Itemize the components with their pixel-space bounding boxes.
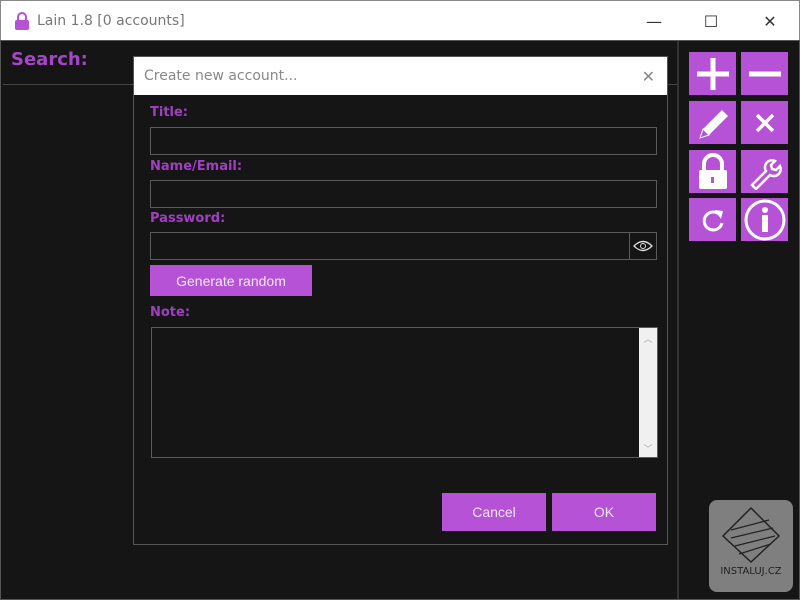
settings-button[interactable] <box>741 150 788 193</box>
wrench-icon <box>749 158 782 190</box>
x-icon <box>755 113 774 132</box>
ok-button[interactable]: OK <box>552 493 656 531</box>
lock-icon <box>15 11 29 30</box>
note-textarea[interactable]: ︿ ﹀ <box>151 327 658 458</box>
search-label: Search: <box>11 49 88 70</box>
window-title: Lain 1.8 [0 accounts] <box>37 12 185 29</box>
note-label: Note: <box>150 305 191 320</box>
watermark-text: INSTALUJ.CZ <box>720 566 782 577</box>
show-password-button[interactable] <box>629 232 657 260</box>
create-account-dialog: Create new account... ✕ Title: Name/Emai… <box>133 56 668 545</box>
eye-icon <box>633 240 653 252</box>
delete-button[interactable] <box>741 101 788 144</box>
edit-button[interactable] <box>689 101 736 144</box>
maximize-button[interactable]: ☐ <box>688 1 734 41</box>
note-scrollbar[interactable]: ︿ ﹀ <box>639 328 657 457</box>
lock-button[interactable] <box>689 150 736 193</box>
add-button[interactable] <box>689 52 736 95</box>
plus-icon <box>696 57 729 90</box>
dialog-header: Create new account... ✕ <box>134 57 667 95</box>
divider <box>677 41 679 599</box>
remove-button[interactable] <box>741 52 788 95</box>
close-button[interactable]: ✕ <box>747 1 793 41</box>
title-input[interactable] <box>150 127 657 155</box>
dialog-title: Create new account... <box>144 68 298 84</box>
cancel-button[interactable]: Cancel <box>442 493 546 531</box>
title-bar: Lain 1.8 [0 accounts] — ☐ ✕ <box>0 0 800 40</box>
name-email-label: Name/Email: <box>150 159 243 174</box>
minimize-button[interactable]: — <box>631 1 677 41</box>
watermark-icon <box>721 506 781 564</box>
password-input[interactable] <box>150 232 630 260</box>
title-label: Title: <box>150 105 189 120</box>
dialog-close-button[interactable]: ✕ <box>642 67 655 86</box>
refresh-button[interactable] <box>689 198 736 241</box>
generate-random-button[interactable]: Generate random <box>150 265 312 296</box>
info-icon <box>744 199 785 240</box>
password-label: Password: <box>150 211 226 226</box>
minus-icon <box>748 71 781 76</box>
watermark-logo: INSTALUJ.CZ <box>709 500 793 592</box>
refresh-icon <box>702 209 723 231</box>
name-email-input[interactable] <box>150 180 657 208</box>
pencil-icon <box>698 109 728 139</box>
lock-icon <box>698 152 727 189</box>
info-button[interactable] <box>741 198 788 241</box>
